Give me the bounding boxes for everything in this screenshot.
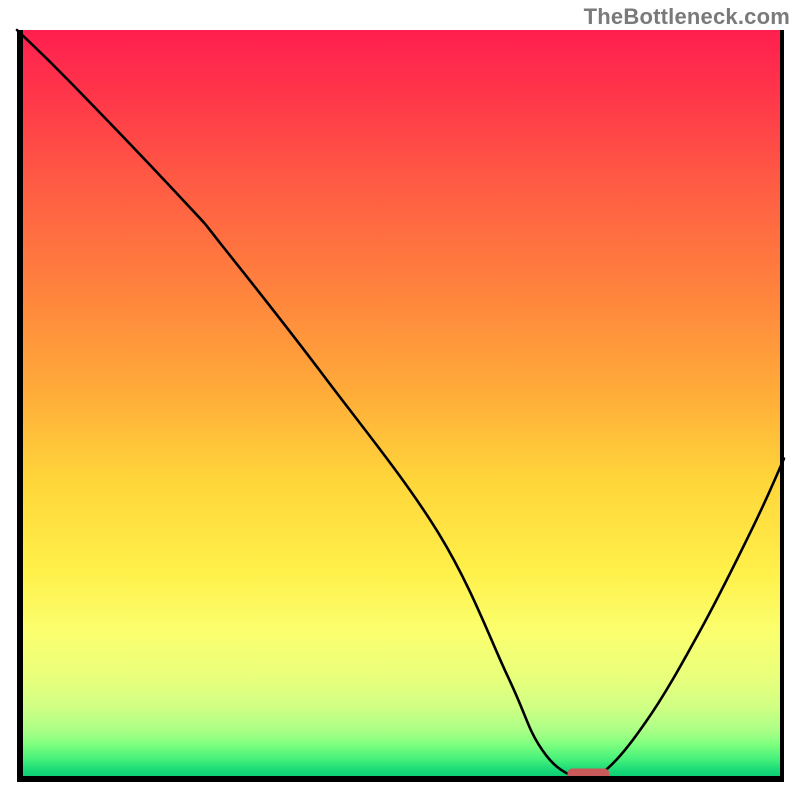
chart-container xyxy=(17,30,784,782)
plot-area xyxy=(17,30,784,782)
watermark-text: TheBottleneck.com xyxy=(584,4,790,30)
page: TheBottleneck.com xyxy=(0,0,800,800)
gradient-background xyxy=(17,30,784,782)
